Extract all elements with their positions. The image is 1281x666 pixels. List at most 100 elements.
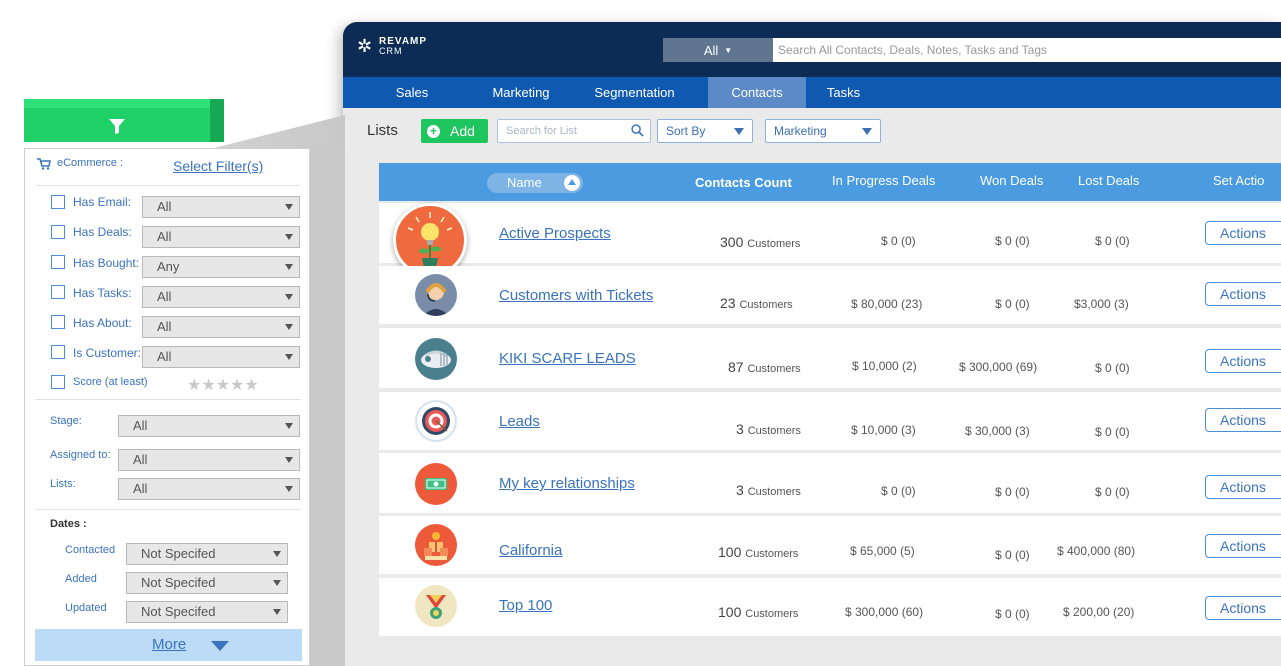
tab-sales[interactable]: Sales <box>343 77 481 108</box>
stage-select[interactable]: All <box>118 415 300 437</box>
logo[interactable]: ✲ REVAMP CRM <box>357 35 437 59</box>
header-in-progress[interactable]: In Progress Deals <box>832 173 935 188</box>
tab-contacts[interactable]: Contacts <box>708 77 806 108</box>
has-tasks-checkbox[interactable] <box>51 285 65 299</box>
is-customer-label: Is Customer: <box>73 346 142 360</box>
logo-mark-icon: ✲ <box>357 36 373 56</box>
filter-tab-top <box>24 99 224 108</box>
header-name: Name <box>507 175 542 190</box>
segment-dropdown[interactable]: Marketing <box>765 119 881 143</box>
has-bought-checkbox[interactable] <box>51 255 65 269</box>
contacts-count: 3 Customers <box>736 421 801 437</box>
list-search-input[interactable] <box>498 120 623 142</box>
assigned-to-select[interactable]: All <box>118 449 300 471</box>
more-filters-button[interactable]: More <box>35 629 302 661</box>
add-list-button[interactable]: + Add <box>421 119 488 143</box>
has-about-checkbox[interactable] <box>51 315 65 329</box>
contacts-count: 300 Customers <box>720 234 801 250</box>
select-filters-link[interactable]: Select Filter(s) <box>173 158 263 174</box>
actions-button[interactable]: Actions <box>1205 475 1281 499</box>
table-row: Customers with Tickets 23 Customers $ 80… <box>379 266 1281 324</box>
actions-button[interactable]: Actions <box>1205 282 1281 306</box>
add-label: Add <box>450 123 475 139</box>
logo-subtext: CRM <box>379 46 403 56</box>
has-tasks-label: Has Tasks: <box>73 286 132 300</box>
filter-panel: eCommerce : Select Filter(s) Has Email: … <box>24 148 310 666</box>
table-row: Active Prospects 300 Customers $ 0 (0) $… <box>379 203 1281 277</box>
in-progress-value: $ 65,000 (5) <box>850 544 915 558</box>
contacts-count: 23 Customers <box>720 295 793 311</box>
in-progress-value: $ 10,000 (2) <box>852 359 917 373</box>
search-icon[interactable] <box>631 124 644 137</box>
list-link[interactable]: California <box>499 542 562 559</box>
added-select[interactable]: Not Specifed <box>126 572 288 594</box>
has-deals-select[interactable]: All <box>142 226 300 248</box>
has-email-select[interactable]: All <box>142 196 300 218</box>
funnel-icon[interactable] <box>108 118 126 135</box>
sort-by-dropdown[interactable]: Sort By <box>657 119 753 143</box>
header-contacts-count[interactable]: Contacts Count <box>695 175 792 190</box>
caret-down-icon <box>285 423 293 429</box>
list-link[interactable]: Customers with Tickets <box>499 287 653 304</box>
lost-value: $ 400,000 (80) <box>1057 544 1136 558</box>
is-customer-checkbox[interactable] <box>51 345 65 359</box>
caret-down-icon <box>273 551 281 557</box>
list-link[interactable]: KIKI SCARF LEADS <box>499 350 636 367</box>
tab-segmentation[interactable]: Segmentation <box>561 77 708 108</box>
table-row: My key relationships 3 Customers $ 0 (0)… <box>379 453 1281 513</box>
in-progress-value: $ 10,000 (3) <box>851 423 916 437</box>
actions-button[interactable]: Actions <box>1205 534 1281 558</box>
contacted-select[interactable]: Not Specifed <box>126 543 288 565</box>
header-set-action: Set Actio <box>1213 173 1265 188</box>
list-link[interactable]: My key relationships <box>499 475 635 492</box>
search-scope-label: All <box>703 42 719 58</box>
in-progress-value: $ 300,000 (60) <box>845 605 924 619</box>
won-value: $ 0 (0) <box>995 234 1030 248</box>
has-about-select[interactable]: All <box>142 316 300 338</box>
lost-value: $ 0 (0) <box>1095 425 1130 439</box>
list-link[interactable]: Top 100 <box>499 597 552 614</box>
header-won[interactable]: Won Deals <box>980 173 1043 188</box>
list-link[interactable]: Active Prospects <box>499 225 611 242</box>
lost-value: $ 0 (0) <box>1095 234 1130 248</box>
header-lost[interactable]: Lost Deals <box>1078 173 1139 188</box>
actions-button[interactable]: Actions <box>1205 596 1281 620</box>
score-checkbox[interactable] <box>51 375 65 389</box>
search-scope-dropdown[interactable]: All ▼ <box>663 38 773 62</box>
sort-name-button[interactable]: Name <box>487 173 583 193</box>
in-progress-value: $ 80,000 (23) <box>851 297 923 311</box>
actions-button[interactable]: Actions <box>1205 349 1281 373</box>
dates-label: Dates : <box>50 518 87 530</box>
contacts-count: 87 Customers <box>728 359 801 375</box>
actions-button[interactable]: Actions <box>1205 221 1281 245</box>
caret-down-icon <box>285 486 293 492</box>
score-stars-rating[interactable]: ★★★★★ <box>187 375 259 395</box>
caret-down-icon <box>273 609 281 615</box>
caret-down-icon: ▼ <box>724 45 733 55</box>
updated-select[interactable]: Not Specifed <box>126 601 288 623</box>
list-link[interactable]: Leads <box>499 413 540 430</box>
has-bought-select[interactable]: Any <box>142 256 300 278</box>
table-row: KIKI SCARF LEADS 87 Customers $ 10,000 (… <box>379 328 1281 388</box>
tab-marketing[interactable]: Marketing <box>481 77 561 108</box>
has-email-checkbox[interactable] <box>51 195 65 209</box>
tab-tasks[interactable]: Tasks <box>806 77 881 108</box>
is-customer-select[interactable]: All <box>142 346 300 368</box>
panel-shadow <box>310 148 345 666</box>
target-icon <box>415 400 457 442</box>
support-agent-icon <box>415 274 457 316</box>
lists-select[interactable]: All <box>118 478 300 500</box>
filter-tab-side <box>210 99 224 142</box>
has-bought-label: Has Bought: <box>73 256 140 270</box>
more-label: More <box>152 636 187 653</box>
has-tasks-select[interactable]: All <box>142 286 300 308</box>
list-search-box <box>497 119 651 143</box>
table-row: California 100 Customers $ 65,000 (5) $ … <box>379 516 1281 574</box>
lost-value: $ 0 (0) <box>1095 361 1130 375</box>
crm-window: ✲ REVAMP CRM All ▼ Sales Marketing Segme… <box>343 22 1281 666</box>
contacted-label: Contacted <box>65 544 116 556</box>
actions-button[interactable]: Actions <box>1205 408 1281 432</box>
has-deals-checkbox[interactable] <box>51 225 65 239</box>
has-email-label: Has Email: <box>73 195 132 209</box>
global-search-input[interactable] <box>773 38 1281 62</box>
